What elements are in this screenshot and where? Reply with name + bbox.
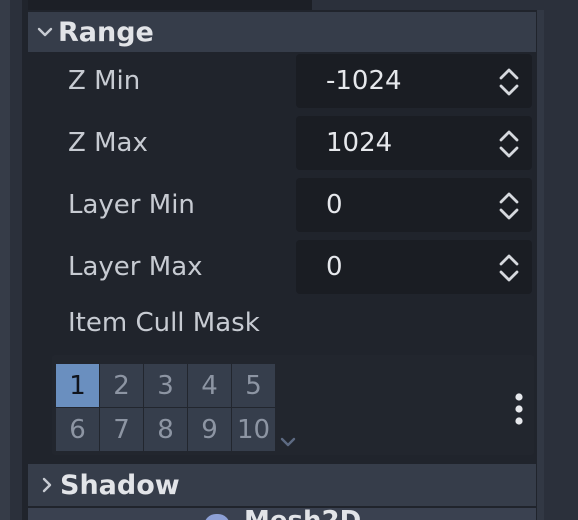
next-category-title: Mesh2D — [244, 506, 361, 520]
up-down-arrows-icon[interactable] — [498, 67, 520, 97]
item-cull-mask-label: Item Cull Mask — [68, 308, 260, 338]
layer-cell-6[interactable]: 6 — [56, 408, 99, 451]
inspector-panel: Range Z Min -1024 Z Max 1024 Layer Min 0… — [0, 0, 578, 520]
property-row-z-min: Z Min -1024 — [28, 51, 536, 111]
up-down-arrows-icon[interactable] — [498, 253, 520, 283]
layer-grid: 1 2 3 4 5 6 7 8 9 10 — [56, 364, 275, 451]
property-row-z-max: Z Max 1024 — [28, 113, 536, 173]
left-panel-edge — [0, 0, 10, 520]
property-row-item-cull-mask: Item Cull Mask — [28, 293, 536, 353]
layer-cell-2[interactable]: 2 — [100, 364, 143, 407]
layer-max-label: Layer Max — [68, 252, 203, 282]
layer-cell-9[interactable]: 9 — [188, 408, 231, 451]
z-min-value[interactable]: -1024 — [326, 54, 402, 108]
up-down-arrows-icon[interactable] — [498, 129, 520, 159]
z-max-spinbox[interactable]: 1024 — [296, 116, 532, 170]
z-min-spinbox[interactable]: -1024 — [296, 54, 532, 108]
z-max-label: Z Max — [68, 128, 148, 158]
layer-cell-8[interactable]: 8 — [144, 408, 187, 451]
chevron-down-icon — [34, 21, 56, 43]
property-row-layer-min: Layer Min 0 — [28, 175, 536, 235]
shadow-section-header[interactable]: Shadow — [28, 464, 536, 506]
layer-max-value[interactable]: 0 — [326, 240, 343, 294]
layer-min-label: Layer Min — [68, 190, 195, 220]
previous-property-field[interactable] — [312, 0, 560, 10]
layer-cell-7[interactable]: 7 — [100, 408, 143, 451]
layer-cell-5[interactable]: 5 — [232, 364, 275, 407]
layer-min-spinbox[interactable]: 0 — [296, 178, 532, 232]
layer-cell-10[interactable]: 10 — [232, 408, 275, 451]
vertical-ellipsis-icon[interactable] — [510, 392, 528, 426]
item-cull-mask-editor: 1 2 3 4 5 6 7 8 9 10 — [52, 355, 534, 455]
shadow-section-title: Shadow — [60, 469, 180, 501]
z-min-label: Z Min — [68, 66, 141, 96]
range-section-header[interactable]: Range — [28, 12, 536, 52]
previous-property-row — [28, 0, 560, 10]
chevron-right-icon — [36, 474, 58, 496]
scrollbar-track[interactable] — [544, 0, 578, 520]
layer-max-spinbox[interactable]: 0 — [296, 240, 532, 294]
right-panel-edge — [537, 0, 544, 520]
layer-cell-4[interactable]: 4 — [188, 364, 231, 407]
property-row-layer-max: Layer Max 0 — [28, 237, 536, 297]
layer-min-value[interactable]: 0 — [326, 178, 343, 232]
range-section-title: Range — [58, 16, 154, 48]
z-max-value[interactable]: 1024 — [326, 116, 392, 170]
chevron-down-icon[interactable] — [280, 433, 296, 447]
layer-cell-3[interactable]: 3 — [144, 364, 187, 407]
layer-cell-1[interactable]: 1 — [56, 364, 99, 407]
up-down-arrows-icon[interactable] — [498, 191, 520, 221]
